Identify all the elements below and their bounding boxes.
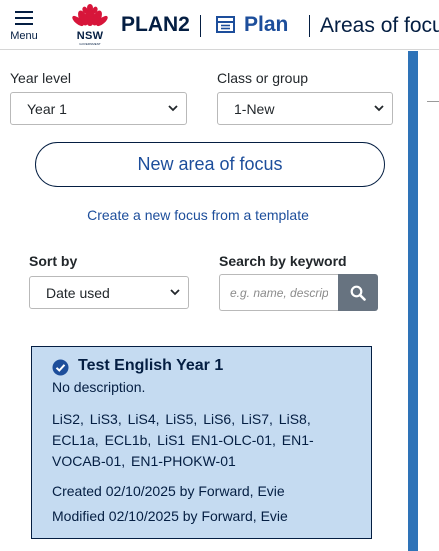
class-group-label: Class or group xyxy=(217,70,309,86)
focus-card-description: No description. xyxy=(52,379,146,395)
class-group-select[interactable]: 1-New xyxy=(217,92,393,125)
chevron-down-icon xyxy=(170,289,180,296)
focus-card-created: Created 02/10/2025 by Forward, Evie xyxy=(52,483,285,499)
menu-button[interactable]: Menu xyxy=(6,6,42,44)
sort-by-select[interactable]: Date used xyxy=(29,276,189,309)
create-from-template-link[interactable]: Create a new focus from a template xyxy=(0,207,396,223)
waratah-logo-icon xyxy=(72,4,108,27)
search-by-keyword-label: Search by keyword xyxy=(219,253,347,269)
search-icon xyxy=(350,285,366,301)
focus-card-title: Test English Year 1 xyxy=(78,357,224,374)
focus-card[interactable]: Test English Year 1 No description. LiS2… xyxy=(31,346,372,539)
section-label[interactable]: Plan xyxy=(244,13,288,37)
app-name[interactable]: PLAN2 xyxy=(121,13,190,37)
chevron-down-icon xyxy=(374,105,384,112)
new-area-of-focus-button[interactable]: New area of focus xyxy=(35,142,385,187)
check-circle-icon xyxy=(52,359,69,376)
search-button[interactable] xyxy=(338,274,378,311)
logo-text: NSW xyxy=(76,30,104,42)
header-divider xyxy=(309,15,310,37)
header-divider xyxy=(200,15,201,37)
content-divider xyxy=(427,101,439,102)
year-level-select[interactable]: Year 1 xyxy=(10,92,187,125)
hamburger-icon xyxy=(15,11,33,25)
nsw-government-logo[interactable]: NSW GOVERNMENT xyxy=(70,3,110,47)
areas-of-focus-panel: Year level Year 1 Class or group 1-New N… xyxy=(0,51,408,551)
sort-by-value: Date used xyxy=(46,285,110,301)
year-level-label: Year level xyxy=(10,70,71,86)
chevron-down-icon xyxy=(168,105,178,112)
sort-by-label: Sort by xyxy=(29,253,78,269)
menu-label: Menu xyxy=(10,30,38,42)
page-title: Areas of focus xyxy=(320,14,439,37)
app-header: Menu NSW GOVERNMENT PLAN2 Plan Areas of … xyxy=(0,0,439,50)
class-group-value: 1-New xyxy=(234,101,275,117)
plan-list-icon xyxy=(216,16,235,33)
year-level-value: Year 1 xyxy=(27,101,67,117)
search-input[interactable] xyxy=(219,274,338,311)
focus-card-modified: Modified 02/10/2025 by Forward, Evie xyxy=(52,508,288,524)
logo-subtext: GOVERNMENT xyxy=(79,42,101,46)
focus-card-outcomes: LiS2, LiS3, LiS4, LiS5, LiS6, LiS7, LiS8… xyxy=(52,411,314,469)
panel-scrollbar[interactable] xyxy=(408,51,418,551)
